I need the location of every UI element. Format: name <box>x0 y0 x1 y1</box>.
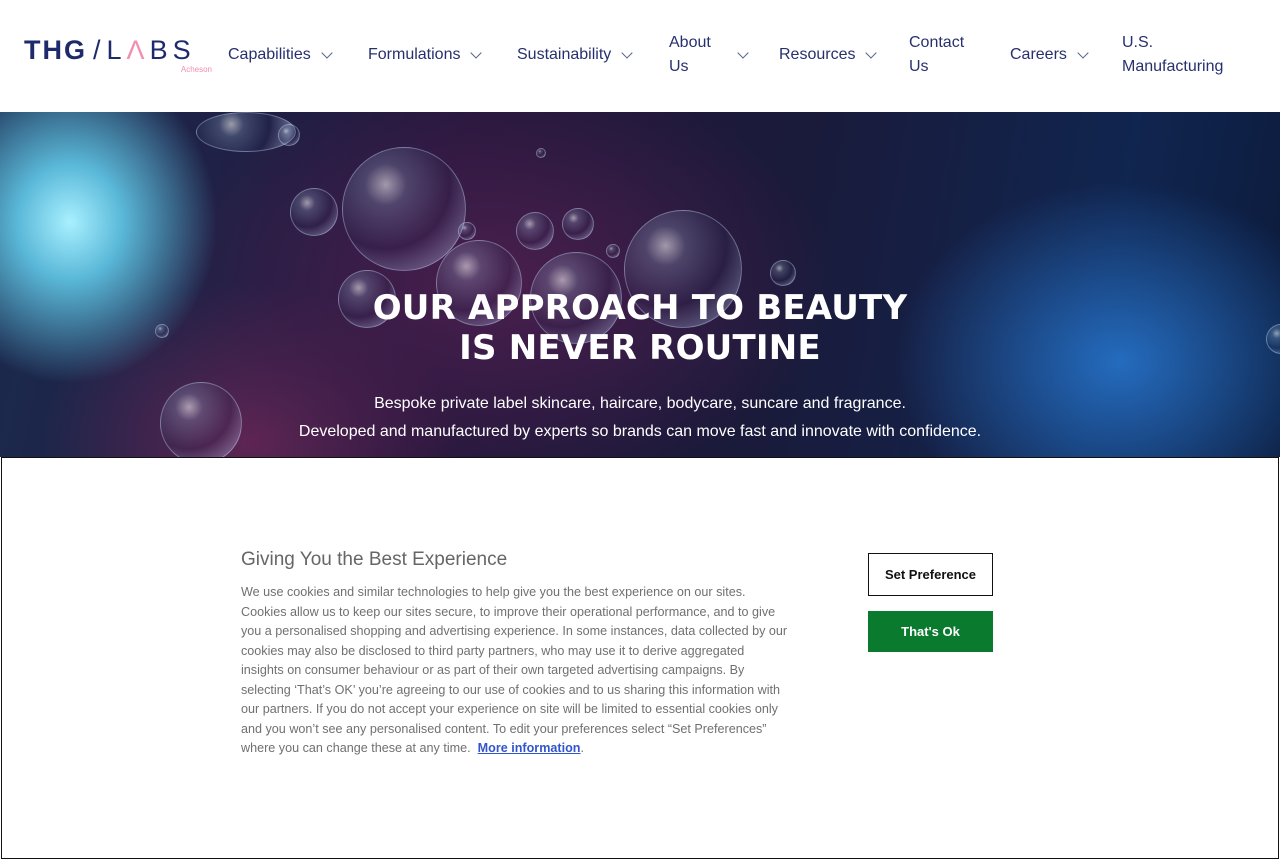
thg-labs-logo[interactable]: THG / LΛBS Acheson <box>24 36 214 76</box>
nav-item-about-us[interactable]: About Us <box>669 31 749 79</box>
thats-ok-button[interactable]: That's Ok <box>868 611 993 652</box>
hero-subtitle-line: Developed and manufactured by experts so… <box>298 423 982 440</box>
bubble-decoration <box>606 244 620 258</box>
nav-item-formulations[interactable]: Formulations <box>368 31 483 79</box>
bubble-decoration <box>290 188 338 236</box>
cookie-title: Giving You the Best Experience <box>241 549 508 570</box>
hero-banner: OUR APPROACH TO BEAUTY IS NEVER ROUTINE … <box>0 112 1280 457</box>
nav-item-sustainability[interactable]: Sustainability <box>517 31 633 79</box>
nav-label: Capabilities <box>228 46 311 63</box>
bubble-decoration <box>278 124 300 146</box>
hero-subtitle-line: Bespoke private label skincare, haircare… <box>374 395 906 412</box>
nav-label: Sustainability <box>517 46 612 63</box>
site-header: THG / LΛBS Acheson Capabilities Formulatio… <box>0 0 1280 112</box>
bubble-decoration <box>562 208 594 240</box>
nav-label: Resources <box>779 46 856 63</box>
nav-label: Careers <box>1010 46 1067 63</box>
bubble-decoration <box>536 148 546 158</box>
nav-item-contact-us[interactable]: Contact Us <box>909 31 975 79</box>
hero-subtitle: Bespoke private label skincare, haircare… <box>0 390 1280 446</box>
cookie-body-suffix: . <box>580 741 585 755</box>
hero-title-line: IS NEVER ROUTINE <box>459 328 821 368</box>
nav-item-us-manufacturing[interactable]: U.S. Manufacturing <box>1122 31 1240 79</box>
bubble-decoration <box>516 212 554 250</box>
more-information-link[interactable]: More information <box>478 741 581 755</box>
chevron-down-icon <box>865 46 878 59</box>
cookie-body-text: We use cookies and similar technologies … <box>241 585 788 755</box>
chevron-down-icon <box>737 46 749 59</box>
bubble-decoration <box>770 260 796 286</box>
bubble-decoration <box>458 222 476 240</box>
hero-title-line: OUR APPROACH TO BEAUTY <box>372 288 908 328</box>
nav-label: U.S. Manufacturing <box>1122 34 1224 75</box>
nav-label: Formulations <box>368 46 461 63</box>
logo-subtitle: Acheson <box>180 65 212 74</box>
chevron-down-icon <box>321 46 333 59</box>
hero-title: OUR APPROACH TO BEAUTY IS NEVER ROUTINE <box>0 288 1280 368</box>
logo-wordmark: THG / LΛBS <box>24 35 196 65</box>
nav-item-capabilities[interactable]: Capabilities <box>228 31 333 79</box>
nav-item-careers[interactable]: Careers <box>1010 31 1089 79</box>
cookie-body: We use cookies and similar technologies … <box>241 583 789 759</box>
cookie-consent-banner: Giving You the Best Experience We use co… <box>1 457 1279 859</box>
chevron-down-icon <box>621 46 633 59</box>
chevron-down-icon <box>1077 46 1089 59</box>
nav-label: About Us <box>669 34 711 75</box>
nav-item-resources[interactable]: Resources <box>779 31 878 79</box>
chevron-down-icon <box>470 46 483 59</box>
set-preference-button[interactable]: Set Preference <box>868 553 993 596</box>
nav-label: Contact Us <box>909 34 965 75</box>
